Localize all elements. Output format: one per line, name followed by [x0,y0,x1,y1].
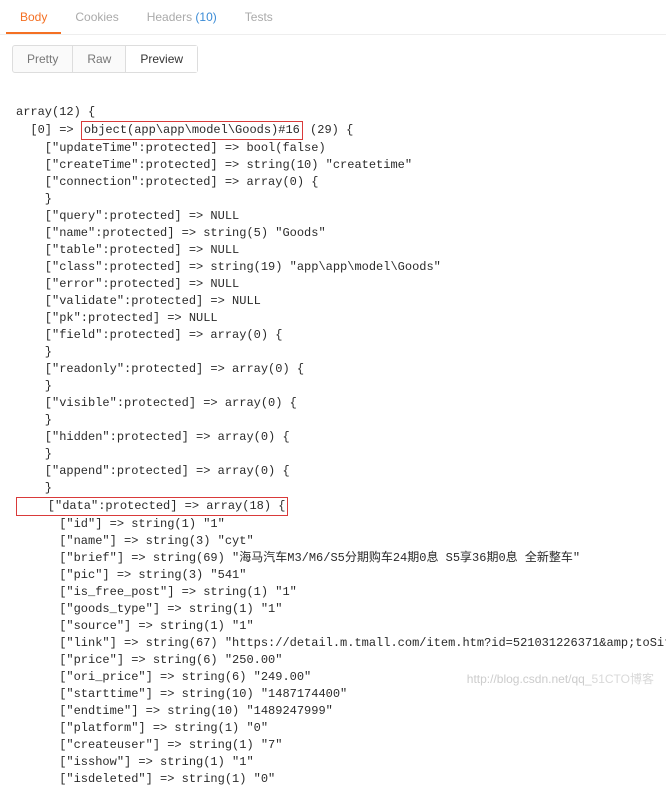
subtab-pretty[interactable]: Pretty [13,46,73,72]
tab-body[interactable]: Body [6,0,61,34]
body-view-modes: Pretty Raw Preview [12,45,198,73]
subtab-preview[interactable]: Preview [126,46,197,72]
dump-line: } [16,481,52,495]
dump-line: ["readonly":protected] => array(0) { [16,362,304,376]
dump-line: ["name":protected] => string(5) "Goods" [16,226,326,240]
dump-line: ["ori_price"] => string(6) "249.00" [16,670,311,684]
dump-line: ["createuser"] => string(1) "7" [16,738,282,752]
dump-line: ["class":protected] => string(19) "app\a… [16,260,441,274]
dump-line: ["name"] => string(3) "cyt" [16,534,254,548]
dump-line: ["validate":protected] => NULL [16,294,261,308]
dump-line: [0] => [16,123,81,137]
dump-line: } [16,413,52,427]
dump-line: ["id"] => string(1) "1" [16,517,225,531]
dump-line: ["pk":protected] => NULL [16,311,218,325]
dump-line: ["brief"] => string(69) "海马汽车M3/M6/S5分期购… [16,551,580,565]
dump-line: ["visible":protected] => array(0) { [16,396,297,410]
dump-line: ["updateTime":protected] => bool(false) [16,141,326,155]
dump-line: array(12) { [16,105,95,119]
dump-line: } [16,345,52,359]
dump-line: ["goods_type"] => string(1) "1" [16,602,282,616]
tab-headers-count: (10) [195,10,216,24]
dump-line: ["link"] => string(67) "https://detail.m… [16,636,666,650]
dump-line: } [16,192,52,206]
tab-headers[interactable]: Headers (10) [133,0,231,34]
dump-line: ["isdeleted"] => string(1) "0" [16,772,275,786]
dump-line: } [16,447,52,461]
dump-line: ["query":protected] => NULL [16,209,239,223]
response-tabs: Body Cookies Headers (10) Tests [0,0,666,35]
dump-line: ["platform"] => string(1) "0" [16,721,268,735]
dump-line: ["createTime":protected] => string(10) "… [16,158,412,172]
dump-line: ["append":protected] => array(0) { [16,464,290,478]
response-preview: array(12) { [0] => object(app\app\model\… [0,87,666,798]
tab-headers-label: Headers [147,10,192,24]
tab-tests[interactable]: Tests [231,0,287,34]
tab-cookies[interactable]: Cookies [61,0,132,34]
highlight-data: ["data":protected] => array(18) { [16,497,288,516]
dump-line: } [16,379,52,393]
dump-line: ["endtime"] => string(10) "1489247999" [16,704,333,718]
dump-line: ["source"] => string(1) "1" [16,619,254,633]
dump-line: ["is_free_post"] => string(1) "1" [16,585,297,599]
subtab-raw[interactable]: Raw [73,46,126,72]
dump-line: ["table":protected] => NULL [16,243,239,257]
dump-line: ["hidden":protected] => array(0) { [16,430,290,444]
dump-line: ["connection":protected] => array(0) { [16,175,318,189]
dump-line: ["field":protected] => array(0) { [16,328,282,342]
dump-line: (29) { [303,123,353,137]
dump-line: ["pic"] => string(3) "541" [16,568,246,582]
dump-line: ["price"] => string(6) "250.00" [16,653,282,667]
highlight-object: object(app\app\model\Goods)#16 [81,121,303,140]
dump-line: ["error":protected] => NULL [16,277,239,291]
dump-line: ["isshow"] => string(1) "1" [16,755,254,769]
dump-line: ["starttime"] => string(10) "1487174400" [16,687,347,701]
